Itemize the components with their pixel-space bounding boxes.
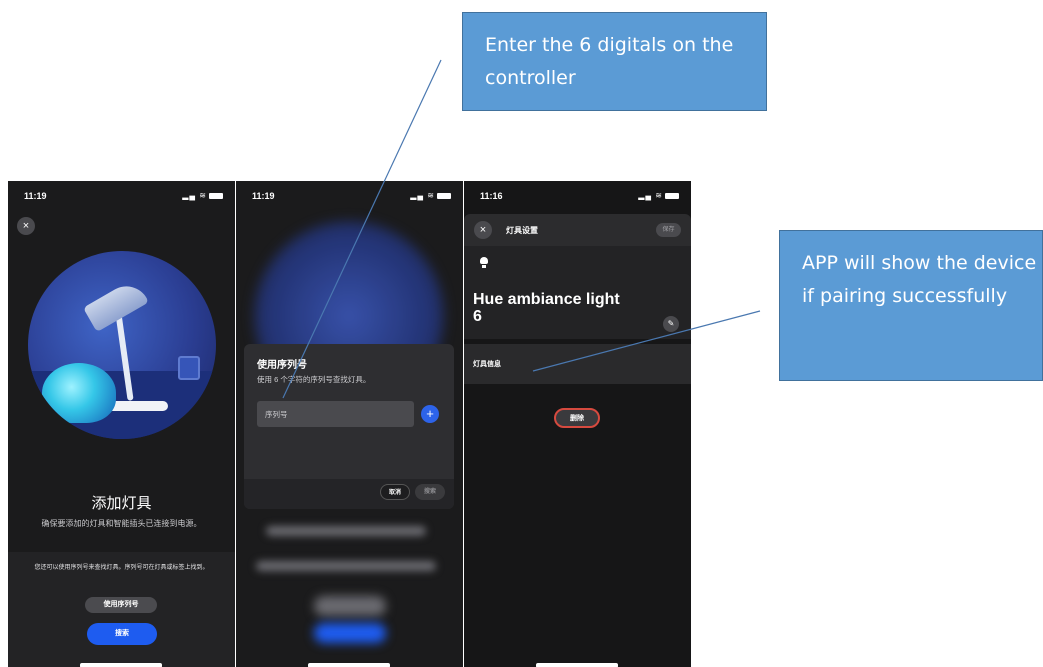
leader-line-serial	[282, 59, 442, 399]
callout-leader-lines	[282, 59, 761, 399]
leader-line-pairing	[532, 310, 761, 372]
